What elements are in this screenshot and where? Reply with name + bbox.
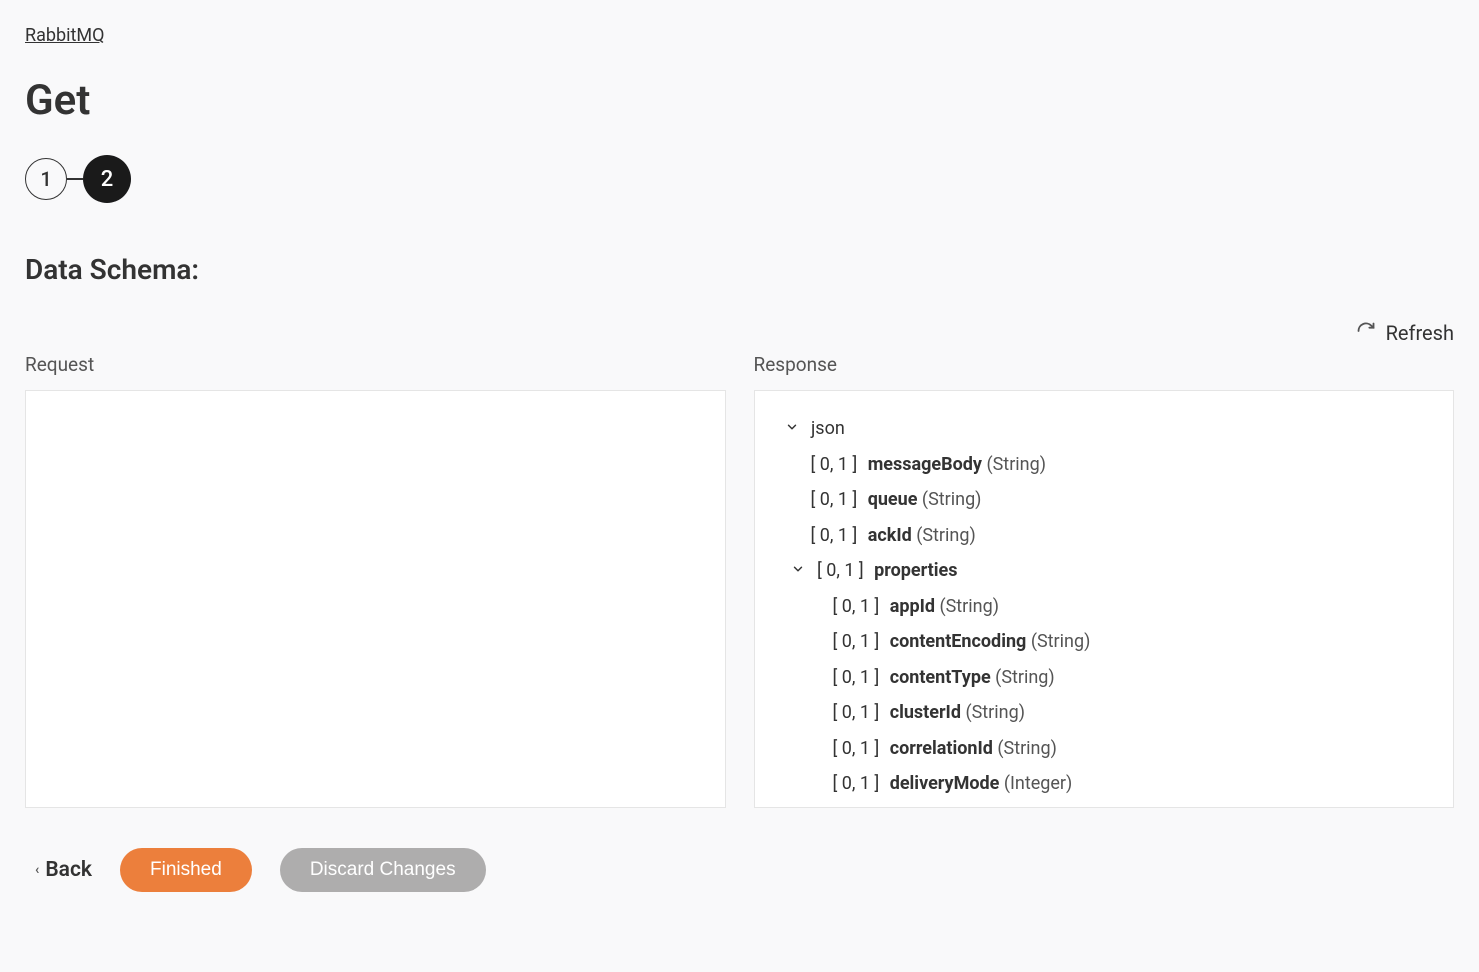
field-type: (String): [1031, 631, 1091, 652]
cardinality: [ 0, 1 ]: [817, 560, 864, 581]
page-title: Get: [25, 76, 1454, 125]
chevron-down-icon[interactable]: [789, 562, 807, 576]
cardinality: [ 0, 1 ]: [811, 454, 858, 475]
cardinality: [ 0, 1 ]: [833, 631, 880, 652]
tree-field[interactable]: [ 0, 1 ] contentType (String): [833, 660, 1426, 696]
back-button[interactable]: ‹ Back: [35, 858, 92, 882]
field-name: clusterId: [890, 702, 961, 723]
refresh-button[interactable]: Refresh: [25, 321, 1454, 345]
step-1[interactable]: 1: [25, 158, 67, 200]
field-type: (String): [995, 667, 1055, 688]
cardinality: [ 0, 1 ]: [833, 702, 880, 723]
field-type: (String): [965, 702, 1025, 723]
tree-field[interactable]: [ 0, 1 ] clusterId (String): [833, 695, 1426, 731]
field-type: (Integer): [1004, 773, 1072, 794]
field-name: deliveryMode: [890, 773, 1000, 794]
cardinality: [ 0, 1 ]: [811, 525, 858, 546]
back-label: Back: [45, 858, 92, 882]
section-title: Data Schema:: [25, 253, 1454, 286]
tree-field[interactable]: [ 0, 1 ] queue (String): [811, 482, 1426, 518]
field-type: (String): [939, 596, 999, 617]
field-name: properties: [874, 560, 957, 581]
field-type: (String): [997, 738, 1057, 759]
tree-root-label: json: [811, 418, 845, 439]
field-name: ackId: [868, 525, 912, 546]
finished-button[interactable]: Finished: [120, 848, 252, 892]
discard-changes-button[interactable]: Discard Changes: [280, 848, 486, 892]
field-name: queue: [868, 489, 918, 510]
field-name: appId: [890, 596, 935, 617]
tree-node-properties[interactable]: [ 0, 1 ] properties: [789, 553, 1426, 589]
tree-field[interactable]: [ 0, 1 ] deliveryMode (Integer): [833, 766, 1426, 802]
field-type: (String): [916, 525, 976, 546]
request-header: Request: [25, 353, 726, 376]
field-type: (String): [922, 489, 982, 510]
step-2[interactable]: 2: [83, 155, 131, 203]
cardinality: [ 0, 1 ]: [833, 773, 880, 794]
tree-field[interactable]: [ 0, 1 ] appId (String): [833, 589, 1426, 625]
refresh-label: Refresh: [1386, 321, 1454, 345]
request-panel: [25, 390, 726, 808]
cardinality: [ 0, 1 ]: [833, 738, 880, 759]
tree-field[interactable]: [ 0, 1 ] contentEncoding (String): [833, 624, 1426, 660]
chevron-left-icon: ‹: [35, 862, 39, 878]
stepper: 1 2: [25, 155, 1454, 203]
field-type: (String): [986, 454, 1046, 475]
refresh-icon: [1356, 321, 1376, 345]
tree-field[interactable]: [ 0, 1 ] messageBody (String): [811, 447, 1426, 483]
tree-field[interactable]: [ 0, 1 ] correlationId (String): [833, 731, 1426, 767]
field-name: messageBody: [868, 454, 982, 475]
tree-field[interactable]: [ 0, 1 ] expiration (String): [833, 802, 1426, 809]
chevron-down-icon[interactable]: [783, 420, 801, 434]
field-name: contentType: [890, 667, 991, 688]
field-name: correlationId: [890, 738, 993, 759]
tree-field[interactable]: [ 0, 1 ] ackId (String): [811, 518, 1426, 554]
cardinality: [ 0, 1 ]: [833, 667, 880, 688]
step-connector: [67, 178, 83, 180]
tree-root-json[interactable]: json: [783, 411, 1426, 447]
response-header: Response: [754, 353, 1455, 376]
response-panel: json [ 0, 1 ] messageBody (String) [ 0, …: [754, 390, 1455, 808]
cardinality: [ 0, 1 ]: [811, 489, 858, 510]
breadcrumb-rabbitmq[interactable]: RabbitMQ: [25, 25, 104, 46]
cardinality: [ 0, 1 ]: [833, 596, 880, 617]
field-name: contentEncoding: [890, 631, 1027, 652]
